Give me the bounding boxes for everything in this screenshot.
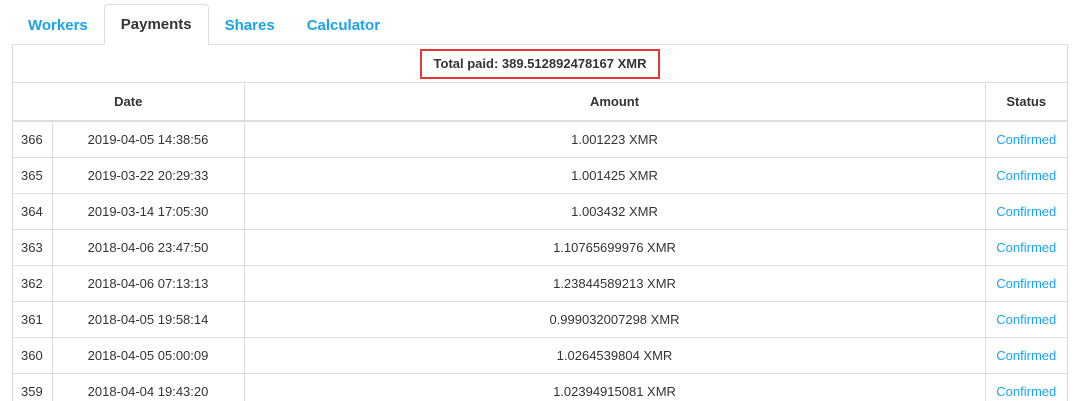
payment-status-link[interactable]: Confirmed — [984, 228, 1067, 265]
payment-id: 365 — [13, 156, 52, 193]
payment-date: 2018-04-04 19:43:20 — [51, 372, 244, 401]
table-row: 360 2018-04-05 05:00:09 1.0264539804 XMR Co… — [13, 336, 1067, 373]
payment-date: 2018-04-06 07:13:13 — [51, 264, 244, 301]
payment-id: 361 — [13, 300, 52, 337]
payment-amount: 1.0264539804 XMR — [243, 336, 985, 373]
tab-bar: Workers Payments Shares Calculator — [12, 4, 1068, 45]
total-paid-row: Total paid: 389.512892478167 XMR — [13, 45, 1067, 83]
table-row: 362 2018-04-06 07:13:13 1.23844589213 XMR C… — [13, 264, 1067, 301]
table-row: 366 2019-04-05 14:38:56 1.001223 XMR Confir… — [13, 121, 1067, 157]
tab-shares[interactable]: Shares — [209, 5, 291, 45]
payment-id: 360 — [13, 336, 52, 373]
payment-amount: 1.001425 XMR — [243, 156, 985, 193]
table-row: 365 2019-03-22 20:29:33 1.001425 XMR Confir… — [13, 156, 1067, 193]
payment-amount: 0.999032007298 XMR — [243, 300, 985, 337]
header-status: Status — [984, 83, 1067, 122]
payment-amount: 1.02394915081 XMR — [243, 372, 985, 401]
table-header-row: Date Amount Status — [13, 83, 1067, 122]
table-row: 361 2018-04-05 19:58:14 0.999032007298 XMR… — [13, 300, 1067, 337]
payment-amount: 1.10765699976 XMR — [243, 228, 985, 265]
payment-id: 366 — [21, 131, 43, 147]
payment-id: 359 — [13, 372, 52, 401]
table-row: 363 2018-04-06 23:47:50 1.10765699976 XMR C… — [13, 228, 1067, 265]
header-amount: Amount — [243, 83, 985, 122]
tab-calculator[interactable]: Calculator — [291, 5, 396, 45]
payment-date: 2018-04-05 05:00:09 — [51, 336, 244, 373]
total-paid-highlight: Total paid: 389.512892478167 XMR — [419, 48, 661, 79]
payment-date: 2019-04-05 14:38:56 — [51, 121, 244, 157]
payment-status-link[interactable]: Confirmed — [984, 264, 1067, 301]
payment-id: 364 — [13, 192, 52, 229]
payment-status-link[interactable]: Confirmed — [984, 192, 1067, 229]
payment-amount: 1.003432 XMR — [243, 192, 985, 229]
tab-payments[interactable]: Payments — [103, 4, 209, 45]
payment-id: 362 — [13, 264, 52, 301]
payment-date: 2019-03-22 20:29:33 — [51, 156, 244, 193]
payments-table: Date Amount Status 366 2019-04-05 14:38:5… — [13, 83, 1067, 401]
header-date: Date — [13, 83, 244, 122]
payment-amount: 1.23844589213 XMR — [243, 264, 985, 301]
payment-status-link[interactable]: Confirmed — [984, 156, 1067, 193]
payment-status-link[interactable]: Confirmed — [984, 121, 1067, 157]
table-row: 359 2018-04-04 19:43:20 1.02394915081 XMR C… — [13, 372, 1067, 401]
payment-id: 363 — [13, 228, 52, 265]
payment-status-link[interactable]: Confirmed — [984, 300, 1067, 337]
payment-status-link[interactable]: Confirmed — [984, 336, 1067, 373]
table-body: 366 2019-04-05 14:38:56 1.001223 XMR Confir… — [13, 121, 1067, 401]
payment-date: 2019-03-14 17:05:30 — [51, 192, 244, 229]
tab-workers[interactable]: Workers — [12, 5, 104, 45]
payment-date: 2018-04-06 23:47:50 — [51, 228, 244, 265]
payment-date: 2018-04-05 19:58:14 — [51, 300, 244, 337]
payment-status-link[interactable]: Confirmed — [984, 372, 1067, 401]
table-row: 364 2019-03-14 17:05:30 1.003432 XMR Confir… — [13, 192, 1067, 229]
payments-panel: Total paid: 389.512892478167 XMR Date Am… — [12, 44, 1068, 401]
payment-amount: 1.001223 XMR — [243, 121, 985, 157]
